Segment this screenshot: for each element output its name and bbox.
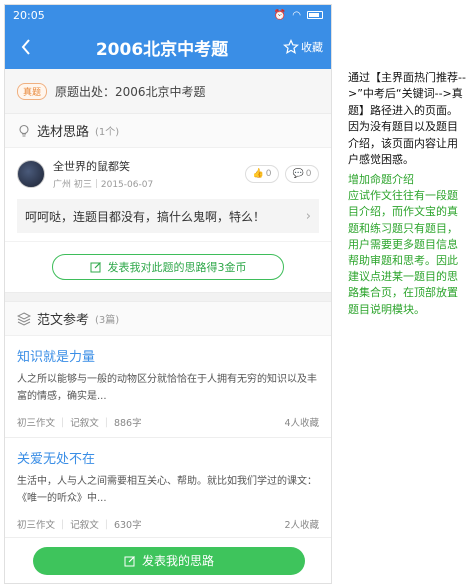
essay-excerpt: 人之所以能够与一般的动物区分就恰恰在于人拥有无穷的知识以及丰富的情感，确实是..… bbox=[17, 374, 317, 402]
publish-my-idea-label: 发表我的思路 bbox=[141, 554, 214, 568]
avatar[interactable] bbox=[17, 160, 45, 188]
essay-words: 630字 bbox=[113, 520, 142, 531]
idea-text: 呵呵哒，连题目都没有，搞什么鬼啊，特么！ bbox=[25, 209, 266, 224]
essay-meta: 初三作文 | 记叙文 | 886字 4人收藏 bbox=[17, 405, 319, 437]
divider: | bbox=[61, 416, 65, 428]
back-button[interactable] bbox=[11, 32, 41, 62]
wifi-icon: ◠ bbox=[292, 9, 301, 21]
ideas-count: (1个) bbox=[95, 127, 120, 138]
back-arrow-icon bbox=[21, 39, 30, 55]
real-exam-badge: 真题 bbox=[17, 82, 48, 100]
favorite-label: 收藏 bbox=[301, 41, 323, 54]
bottom-bar: 发表我的思路 bbox=[5, 537, 331, 583]
essay-meta: 初三作文 | 记叙文 | 630字 2人收藏 bbox=[17, 507, 319, 539]
ideas-card: 选材思路 (1个) 全世界的鼠都笑 广州 初三｜2015-06-07 👍 0 💬… bbox=[5, 113, 331, 293]
publish-my-idea-button[interactable]: 发表我的思路 bbox=[33, 546, 305, 575]
layers-icon bbox=[17, 311, 31, 326]
idea-content[interactable]: 呵呵哒，连题目都没有，搞什么鬼啊，特么！ › bbox=[17, 199, 319, 233]
idea-user: 全世界的鼠都笑 广州 初三｜2015-06-07 bbox=[53, 158, 237, 190]
essay-title[interactable]: 关爱无处不在 bbox=[17, 448, 319, 467]
annotation-suggestion: 增加命题介绍 应试作文往往有一段题目介绍，而作文宝的真题和练习题只有题目，用户需… bbox=[348, 173, 458, 316]
annotation-navigation-path: 通过【主界面热门推荐-->”中考后“关键词-->真题】路径进入的页面。因为没有题… bbox=[348, 71, 466, 167]
section-gap bbox=[5, 293, 331, 301]
idea-author-row: 全世界的鼠都笑 广州 初三｜2015-06-07 👍 0 💬 0 bbox=[17, 158, 319, 190]
comment-button[interactable]: 💬 0 bbox=[285, 165, 319, 183]
divider: | bbox=[104, 518, 108, 530]
comment-icon: 💬 bbox=[292, 169, 304, 179]
author-name: 全世界的鼠都笑 bbox=[53, 160, 130, 173]
lightbulb-icon bbox=[19, 124, 29, 137]
thumbs-up-icon: 👍 bbox=[252, 169, 264, 179]
like-button[interactable]: 👍 0 bbox=[245, 165, 279, 183]
essay-item[interactable]: 关爱无处不在 生活中，人与人之间需要相互关心、帮助。就比如我们学过的课文：《唯一… bbox=[5, 438, 331, 540]
divider: | bbox=[104, 416, 108, 428]
status-icons: ⏰ ◠ bbox=[274, 10, 323, 21]
edit-icon bbox=[90, 262, 101, 273]
source-bar: 真题 原题出处：2006北京中考题 bbox=[5, 69, 331, 113]
chevron-right-icon: › bbox=[305, 208, 311, 224]
status-time: 20:05 bbox=[13, 8, 45, 22]
essay-favorites: 2人收藏 bbox=[284, 520, 319, 531]
status-bar: 20:05 ⏰ ◠ bbox=[5, 5, 331, 25]
page-title: 2006北京中考题 bbox=[95, 39, 229, 60]
essay-grade: 初三作文 bbox=[17, 520, 56, 531]
ideas-title: 选材思路 bbox=[37, 125, 90, 140]
comment-count: 0 bbox=[305, 169, 312, 179]
idea-item: 全世界的鼠都笑 广州 初三｜2015-06-07 👍 0 💬 0 呵呵哒，连题目… bbox=[5, 148, 331, 241]
essays-title: 范文参考 bbox=[37, 313, 90, 328]
star-icon bbox=[283, 39, 299, 55]
publish-idea-area: 发表我对此题的思路得3金币 bbox=[5, 241, 331, 292]
essay-type: 记叙文 bbox=[70, 418, 99, 429]
publish-idea-label: 发表我对此题的思路得3金币 bbox=[107, 261, 247, 274]
source-text: 原题出处：2006北京中考题 bbox=[55, 84, 206, 99]
alarm-icon: ⏰ bbox=[273, 9, 287, 21]
divider: | bbox=[61, 518, 65, 530]
essay-excerpt: 生活中，人与人之间需要相互关心、帮助。就比如我们学过的课文：《唯一的听众》中..… bbox=[17, 476, 317, 504]
essay-item[interactable]: 知识就是力量 人之所以能够与一般的动物区分就恰恰在于人拥有无穷的知识以及丰富的情… bbox=[5, 336, 331, 438]
phone-screen: 20:05 ⏰ ◠ 2006北京中考题 收藏 真题 原题出处：2006北京中考题 bbox=[4, 4, 332, 584]
essays-count: (3篇) bbox=[95, 315, 120, 326]
screenshot-stage: 20:05 ⏰ ◠ 2006北京中考题 收藏 真题 原题出处：2006北京中考题 bbox=[0, 0, 470, 584]
essays-card: 范文参考 (3篇) 知识就是力量 人之所以能够与一般的动物区分就恰恰在于人拥有无… bbox=[5, 301, 331, 541]
favorite-button[interactable]: 收藏 bbox=[283, 39, 325, 55]
top-navbar: 2006北京中考题 收藏 bbox=[5, 25, 331, 69]
battery-icon bbox=[307, 11, 323, 19]
author-meta: 广州 初三｜2015-06-07 bbox=[53, 180, 154, 190]
essay-grade: 初三作文 bbox=[17, 418, 56, 429]
edit-icon bbox=[124, 555, 135, 566]
essay-words: 886字 bbox=[113, 418, 142, 429]
ideas-header: 选材思路 (1个) bbox=[5, 114, 331, 148]
essays-header: 范文参考 (3篇) bbox=[5, 302, 331, 336]
idea-actions: 👍 0 💬 0 bbox=[245, 165, 319, 183]
essay-favorites: 4人收藏 bbox=[284, 418, 319, 429]
essay-type: 记叙文 bbox=[70, 520, 99, 531]
essay-title[interactable]: 知识就是力量 bbox=[17, 346, 319, 365]
like-count: 0 bbox=[265, 169, 272, 179]
publish-idea-button[interactable]: 发表我对此题的思路得3金币 bbox=[52, 254, 284, 280]
